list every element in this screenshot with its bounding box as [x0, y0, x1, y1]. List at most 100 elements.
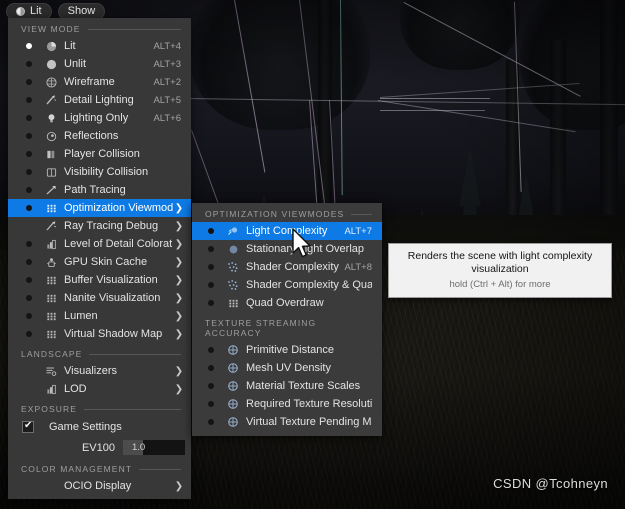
globe-icon [223, 398, 243, 410]
chevron-right-icon: ❯ [174, 310, 184, 322]
menu-item-label: Reflections [64, 130, 119, 142]
chevron-right-icon: ❯ [174, 274, 184, 286]
chevron-right-icon: ❯ [174, 292, 184, 304]
grid-icon [41, 311, 61, 322]
section-header-color-management: COLOR MANAGEMENT [8, 458, 191, 477]
menu-item-label: Virtual Shadow Map [64, 328, 163, 340]
light-streak [380, 98, 490, 99]
chevron-right-icon: ❯ [174, 480, 184, 492]
menu-item-label: Wireframe [64, 76, 115, 88]
section-divider [87, 28, 181, 30]
menu-item-virtual-shadow-map[interactable]: Virtual Shadow Map ❯ [8, 325, 191, 343]
quad-overdraw-icon [223, 298, 243, 309]
visibility-collision-icon [41, 167, 61, 178]
radio-indicator [20, 313, 37, 319]
radio-indicator [20, 368, 37, 374]
submenu-item-label: Mesh UV Density [246, 362, 331, 374]
menu-item-label: OCIO Display [64, 480, 132, 492]
submenu-item-shader-complexity[interactable]: Shader Complexity ALT+8 [192, 258, 382, 276]
menu-item-path-tracing[interactable]: Path Tracing [8, 181, 191, 199]
section-header-view-mode: VIEW MODE [8, 18, 191, 37]
submenu-item-label: Virtual Texture Pending Mips [246, 416, 372, 428]
menu-item-label: Lighting Only [64, 112, 129, 124]
menu-item-label: Lit [64, 40, 76, 52]
chevron-right-icon: ❯ [174, 256, 184, 268]
menu-item-label: Path Tracing [64, 184, 126, 196]
menu-item-wireframe[interactable]: Wireframe ALT+2 [8, 73, 191, 91]
menu-item-optimization-viewmodes[interactable]: Optimization Viewmodes ❯ [8, 199, 191, 217]
menu-item-unlit[interactable]: Unlit ALT+3 [8, 55, 191, 73]
menu-item-shortcut: ALT+4 [153, 40, 181, 52]
ev100-slider[interactable]: 1.0 [123, 440, 185, 455]
submenu-item-shortcut: ALT+7 [344, 225, 372, 237]
radio-indicator [20, 61, 37, 67]
submenu-item-mesh-uv-density[interactable]: Mesh UV Density [192, 359, 382, 377]
section-header-label: COLOR MANAGEMENT [21, 464, 133, 474]
game-settings-checkbox[interactable] [22, 420, 34, 433]
menu-item-buffer-visualization[interactable]: Buffer Visualization ❯ [8, 271, 191, 289]
menu-item-lit[interactable]: Lit ALT+4 [8, 37, 191, 55]
submenu-item-primitive-distance[interactable]: Primitive Distance [192, 341, 382, 359]
submenu-item-quad-overdraw[interactable]: Quad Overdraw [192, 294, 382, 312]
reflections-icon [41, 131, 61, 142]
menu-item-label: Buffer Visualization [64, 274, 158, 286]
submenu-item-virtual-texture-pending-mips[interactable]: Virtual Texture Pending Mips [192, 413, 382, 431]
radio-indicator [20, 205, 37, 211]
lit-sphere-icon [16, 7, 25, 16]
radio-indicator [20, 277, 37, 283]
menu-item-shortcut: ALT+3 [153, 58, 181, 70]
game-settings-label: Game Settings [49, 421, 122, 433]
ev100-label: EV100 [81, 441, 115, 454]
menu-item-lighting-only[interactable]: Lighting Only ALT+6 [8, 109, 191, 127]
globe-icon [223, 362, 243, 374]
gpu-skin-icon [41, 257, 61, 268]
section-header-label: LANDSCAPE [21, 349, 83, 359]
radio-indicator [20, 97, 37, 103]
submenu-item-material-texture-scales[interactable]: Material Texture Scales [192, 377, 382, 395]
radio-indicator [20, 223, 37, 229]
submenu-item-label: Required Texture Resolution [246, 398, 372, 410]
radio-indicator [202, 383, 219, 389]
radio-indicator [20, 133, 37, 139]
menu-item-lumen[interactable]: Lumen ❯ [8, 307, 191, 325]
menu-item-ray-tracing-debug[interactable]: Ray Tracing Debug ❯ [8, 217, 191, 235]
section-divider [351, 213, 372, 215]
section-header-optimization-viewmodes: OPTIMIZATION VIEWMODES [192, 203, 382, 222]
grid-icon [41, 293, 61, 304]
tooltip-hint: hold (Ctrl + Alt) for more [449, 279, 551, 290]
submenu-item-shader-complexity-and-quads[interactable]: Shader Complexity & Quads [192, 276, 382, 294]
menu-item-visualizers[interactable]: Visualizers ❯ [8, 362, 191, 380]
ev100-value: 1.0 [132, 442, 146, 453]
globe-icon [223, 416, 243, 428]
radio-indicator [20, 187, 37, 193]
submenu-item-light-complexity[interactable]: Light Complexity ALT+7 [192, 222, 382, 240]
chevron-right-icon: ❯ [174, 220, 184, 232]
submenu-item-required-texture-resolution[interactable]: Required Texture Resolution [192, 395, 382, 413]
radio-indicator [202, 282, 219, 288]
menu-item-nanite-visualization[interactable]: Nanite Visualization ❯ [8, 289, 191, 307]
radio-indicator [20, 43, 37, 49]
section-divider [89, 353, 181, 355]
menu-item-level-of-detail-coloration[interactable]: Level of Detail Coloration ❯ [8, 235, 191, 253]
menu-item-reflections[interactable]: Reflections [8, 127, 191, 145]
grid-icon [41, 329, 61, 340]
menu-item-player-collision[interactable]: Player Collision [8, 145, 191, 163]
section-header-label: OPTIMIZATION VIEWMODES [205, 209, 345, 219]
submenu-item-stationary-light-overlap[interactable]: Stationary Light Overlap [192, 240, 382, 258]
viewmode-dropdown-menu[interactable]: VIEW MODE Lit ALT+4 Unlit ALT+3 Wirefram… [8, 18, 191, 499]
chevron-right-icon: ❯ [174, 365, 184, 377]
detail-lighting-icon [41, 94, 61, 106]
menu-item-label: Optimization Viewmodes [64, 202, 173, 214]
menu-item-landscape-lod[interactable]: LOD ❯ [8, 380, 191, 398]
menu-item-game-settings[interactable]: Game Settings [8, 417, 191, 437]
tooltip-title: Renders the scene with light complexity … [407, 250, 593, 275]
section-header-label: TEXTURE STREAMING ACCURACY [205, 318, 317, 338]
menu-item-gpu-skin-cache[interactable]: GPU Skin Cache ❯ [8, 253, 191, 271]
menu-item-detail-lighting[interactable]: Detail Lighting ALT+5 [8, 91, 191, 109]
menu-item-visibility-collision[interactable]: Visibility Collision [8, 163, 191, 181]
optimization-viewmodes-submenu[interactable]: OPTIMIZATION VIEWMODES Light Complexity … [192, 203, 382, 436]
menu-item-ocio-display[interactable]: OCIO Display ❯ [8, 477, 191, 495]
menu-item-label: Ray Tracing Debug [64, 220, 159, 232]
player-collision-icon [41, 149, 61, 160]
shader-complexity-icon [223, 261, 243, 273]
